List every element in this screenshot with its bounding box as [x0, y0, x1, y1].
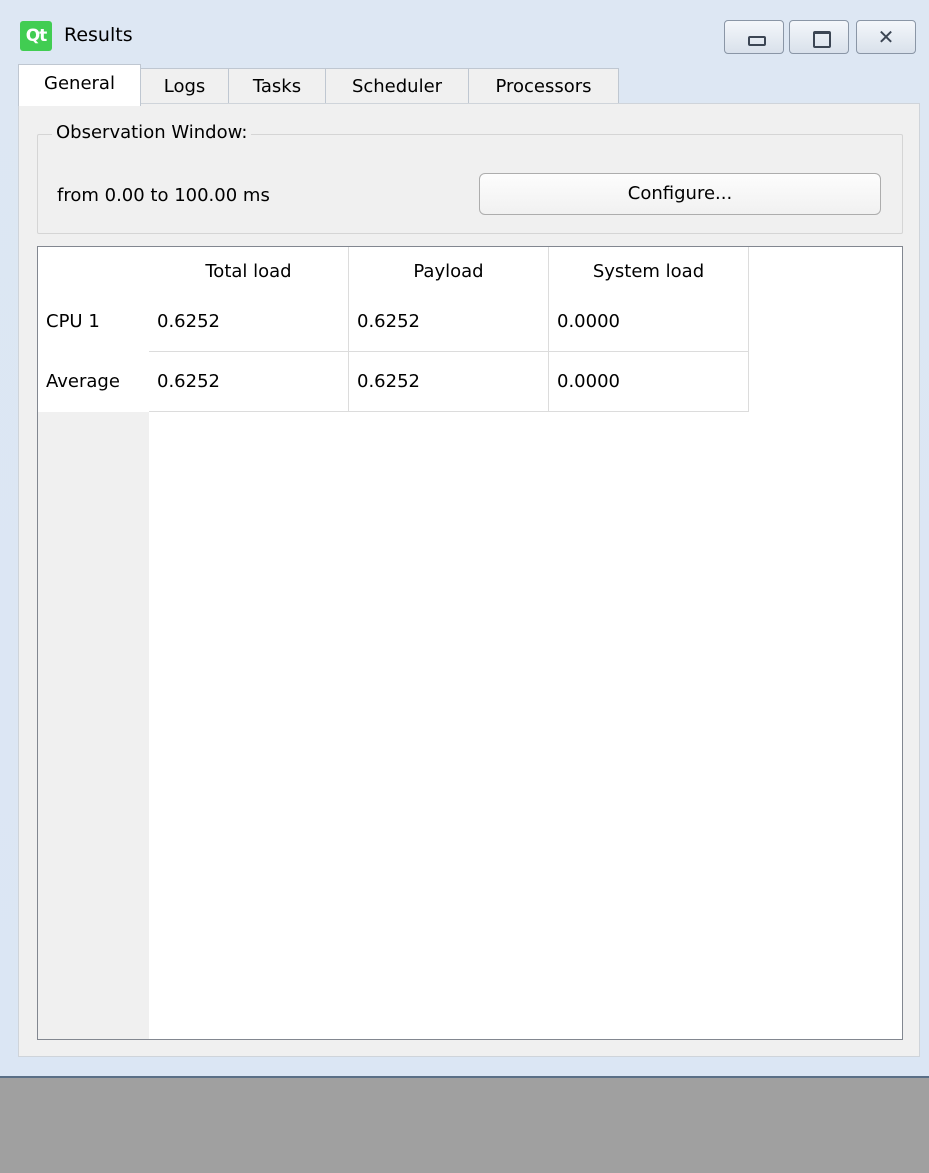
tab-tasks[interactable]: Tasks — [228, 68, 326, 104]
tab-processors[interactable]: Processors — [468, 68, 619, 104]
table-cell[interactable]: 0.6252 — [149, 292, 349, 352]
table-cell[interactable]: 0.0000 — [549, 292, 749, 352]
maximize-icon — [790, 21, 848, 53]
configure-button[interactable]: Configure... — [479, 173, 881, 215]
table-corner — [38, 247, 149, 297]
general-tab-panel: Observation Window: from 0.00 to 100.00 … — [18, 103, 920, 1057]
column-header-payload[interactable]: Payload — [349, 247, 549, 297]
column-header-total-load[interactable]: Total load — [149, 247, 349, 297]
table-cell[interactable]: 0.6252 — [149, 352, 349, 412]
column-header-system-load[interactable]: System load — [549, 247, 749, 297]
qt-logo-icon: Qt — [20, 21, 52, 51]
minimize-icon — [725, 21, 783, 53]
observation-range-text: from 0.00 to 100.00 ms — [57, 185, 270, 206]
observation-window-group: Observation Window: from 0.00 to 100.00 … — [37, 122, 903, 234]
tab-logs[interactable]: Logs — [140, 68, 229, 104]
results-table[interactable]: Total load Payload System load CPU 1 0.6… — [37, 246, 903, 1040]
table-cell[interactable]: 0.0000 — [549, 352, 749, 412]
minimize-button[interactable] — [724, 20, 784, 54]
desktop-background — [0, 1080, 929, 1173]
observation-window-title: Observation Window: — [52, 122, 252, 143]
title-bar[interactable]: Qt Results ✕ — [0, 0, 929, 60]
row-header-average[interactable]: Average — [38, 352, 149, 412]
tab-general[interactable]: General — [18, 64, 141, 106]
maximize-button[interactable] — [789, 20, 849, 54]
table-cell[interactable]: 0.6252 — [349, 352, 549, 412]
close-icon: ✕ — [877, 25, 895, 49]
window-title: Results — [64, 24, 133, 46]
table-cell[interactable]: 0.6252 — [349, 292, 549, 352]
row-header-cpu-1[interactable]: CPU 1 — [38, 292, 149, 352]
tab-scheduler[interactable]: Scheduler — [325, 68, 469, 104]
results-window: Qt Results ✕ General Logs Tasks Schedule… — [0, 0, 929, 1078]
close-button[interactable]: ✕ — [856, 20, 916, 54]
